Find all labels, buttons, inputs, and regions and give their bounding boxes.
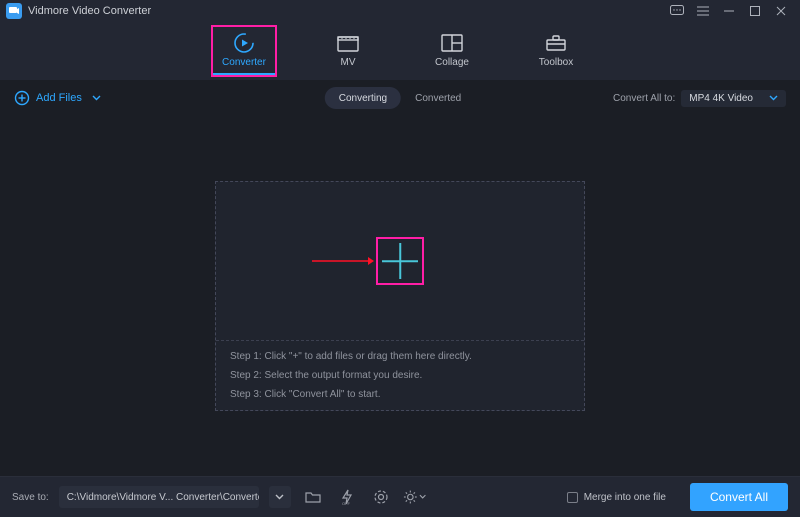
bottom-bar: Save to: C:\Vidmore\Vidmore V... Convert… <box>0 476 800 517</box>
tab-mv-label: MV <box>341 57 356 68</box>
close-button[interactable] <box>768 0 794 22</box>
app-title: Vidmore Video Converter <box>28 5 151 17</box>
instruction-steps: Step 1: Click "+" to add files or drag t… <box>216 340 584 410</box>
plus-circle-icon <box>14 90 30 106</box>
feedback-button[interactable] <box>664 0 690 22</box>
convert-all-to-label: Convert All to: <box>613 93 675 104</box>
step-3-text: Step 3: Click "Convert All" to start. <box>230 389 570 400</box>
chevron-down-icon <box>769 95 778 101</box>
output-path-dropdown[interactable] <box>269 486 291 508</box>
checkbox-icon <box>567 492 578 503</box>
tab-mv[interactable]: MV <box>317 27 379 75</box>
step-2-text: Step 2: Select the output format you des… <box>230 370 570 381</box>
open-folder-button[interactable] <box>301 486 325 508</box>
tab-collage[interactable]: Collage <box>421 27 483 75</box>
step-1-text: Step 1: Click "+" to add files or drag t… <box>230 351 570 362</box>
settings-button[interactable] <box>403 486 427 508</box>
high-speed-button[interactable] <box>369 486 393 508</box>
plus-icon <box>382 243 418 279</box>
minimize-button[interactable] <box>716 0 742 22</box>
annotation-arrow-icon <box>312 254 374 268</box>
maximize-button[interactable] <box>742 0 768 22</box>
tab-converting[interactable]: Converting <box>325 87 401 109</box>
merge-checkbox[interactable]: Merge into one file <box>567 492 666 503</box>
tab-toolbox[interactable]: Toolbox <box>525 27 587 75</box>
tab-collage-label: Collage <box>435 57 469 68</box>
converter-icon <box>233 33 255 53</box>
output-format-select[interactable]: MP4 4K Video <box>681 90 786 107</box>
drop-zone[interactable]: Step 1: Click "+" to add files or drag t… <box>215 181 585 411</box>
titlebar: Vidmore Video Converter <box>0 0 800 22</box>
output-path-field[interactable]: C:\Vidmore\Vidmore V... Converter\Conver… <box>59 486 259 508</box>
app-logo-icon <box>6 3 22 19</box>
output-format-value: MP4 4K Video <box>689 93 753 104</box>
gpu-accel-button[interactable]: OFF <box>335 486 359 508</box>
add-files-button[interactable]: Add Files <box>14 90 101 106</box>
svg-text:OFF: OFF <box>342 501 351 505</box>
menu-button[interactable] <box>690 0 716 22</box>
tab-converter-label: Converter <box>222 57 266 68</box>
main-nav: Converter MV Collage Toolbox <box>0 22 800 80</box>
collage-icon <box>441 33 463 53</box>
add-media-button[interactable] <box>376 237 424 285</box>
action-bar: Add Files Converting Converted Convert A… <box>0 80 800 116</box>
add-files-label: Add Files <box>36 92 82 104</box>
save-to-label: Save to: <box>12 492 49 503</box>
toolbox-icon <box>545 33 567 53</box>
main-area: Step 1: Click "+" to add files or drag t… <box>0 116 800 476</box>
tab-converter[interactable]: Converter <box>213 27 275 75</box>
conversion-tabs: Converting Converted <box>325 87 476 109</box>
tab-converted[interactable]: Converted <box>401 87 475 109</box>
drop-zone-add-area[interactable] <box>216 182 584 340</box>
convert-all-button[interactable]: Convert All <box>690 483 788 511</box>
chevron-down-icon <box>92 95 101 101</box>
convert-all-to-group: Convert All to: MP4 4K Video <box>613 90 786 107</box>
mv-icon <box>337 33 359 53</box>
merge-label: Merge into one file <box>584 492 666 503</box>
tab-toolbox-label: Toolbox <box>539 57 573 68</box>
